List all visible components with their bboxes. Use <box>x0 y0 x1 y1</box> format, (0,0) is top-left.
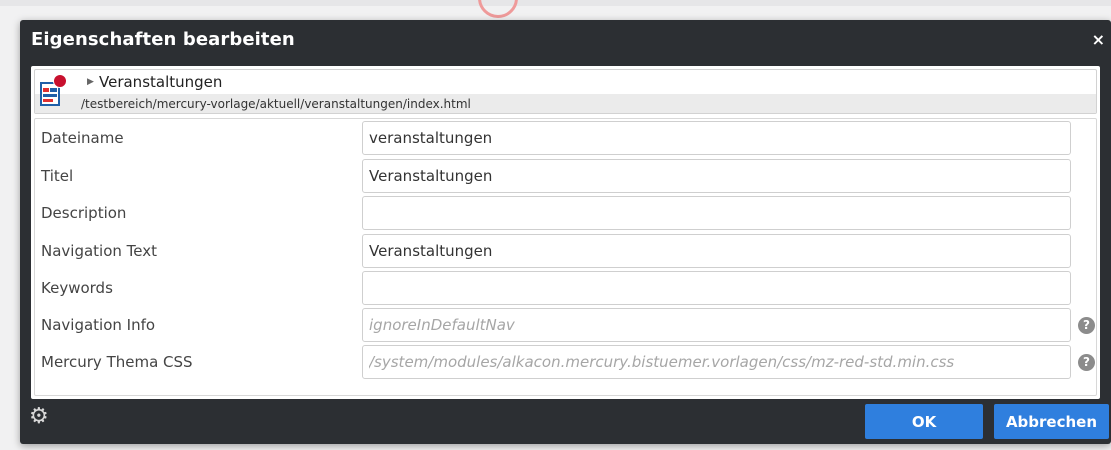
property-label: Description <box>41 204 127 222</box>
property-row-dateiname: Dateiname <box>35 121 1096 157</box>
property-row-navigation-info: Navigation Info ? <box>35 308 1096 344</box>
dialog-body: ▶ Veranstaltungen /testbereich/mercury-v… <box>31 66 1100 399</box>
background-strip <box>0 0 1111 6</box>
resource-name: Veranstaltungen <box>99 73 223 91</box>
navigation-info-input[interactable] <box>362 308 1071 342</box>
property-label: Titel <box>41 167 74 185</box>
property-row-mercury-thema-css: Mercury Thema CSS ? <box>35 345 1096 381</box>
titel-input[interactable] <box>362 159 1071 193</box>
property-label: Navigation Text <box>41 242 158 260</box>
help-icon[interactable]: ? <box>1078 354 1095 371</box>
property-row-keywords: Keywords <box>35 271 1096 307</box>
property-label: Dateiname <box>41 129 124 147</box>
description-input[interactable] <box>362 196 1071 230</box>
keywords-input[interactable] <box>362 271 1071 305</box>
property-label: Navigation Info <box>41 316 156 334</box>
mercury-thema-css-input[interactable] <box>362 345 1071 379</box>
edit-properties-dialog: Eigenschaften bearbeiten × ▶ Veranstaltu… <box>20 20 1111 444</box>
expand-arrow-icon[interactable]: ▶ <box>87 77 94 87</box>
property-label: Mercury Thema CSS <box>41 353 193 371</box>
ok-button[interactable]: OK <box>865 404 983 439</box>
dialog-titlebar: Eigenschaften bearbeiten × <box>20 20 1111 62</box>
property-row-navigation-text: Navigation Text <box>35 234 1096 270</box>
close-icon[interactable]: × <box>1092 30 1105 49</box>
resource-info: ▶ Veranstaltungen /testbereich/mercury-v… <box>34 69 1097 114</box>
property-row-titel: Titel <box>35 159 1096 195</box>
cancel-button[interactable]: Abbrechen <box>994 404 1109 439</box>
help-icon[interactable]: ? <box>1078 317 1095 334</box>
property-row-description: Description <box>35 196 1096 232</box>
page-icon <box>40 74 67 106</box>
gear-icon[interactable]: ⚙ <box>29 406 51 428</box>
property-label: Keywords <box>41 279 113 297</box>
background-logo <box>478 0 518 18</box>
navigation-text-input[interactable] <box>362 234 1071 268</box>
properties-form: Dateiname Titel Description Navigation T… <box>34 118 1097 396</box>
resource-path: /testbereich/mercury-vorlage/aktuell/ver… <box>81 97 471 111</box>
status-dot-icon <box>53 74 67 88</box>
dialog-title: Eigenschaften bearbeiten <box>31 29 295 50</box>
dateiname-input[interactable] <box>362 121 1071 155</box>
